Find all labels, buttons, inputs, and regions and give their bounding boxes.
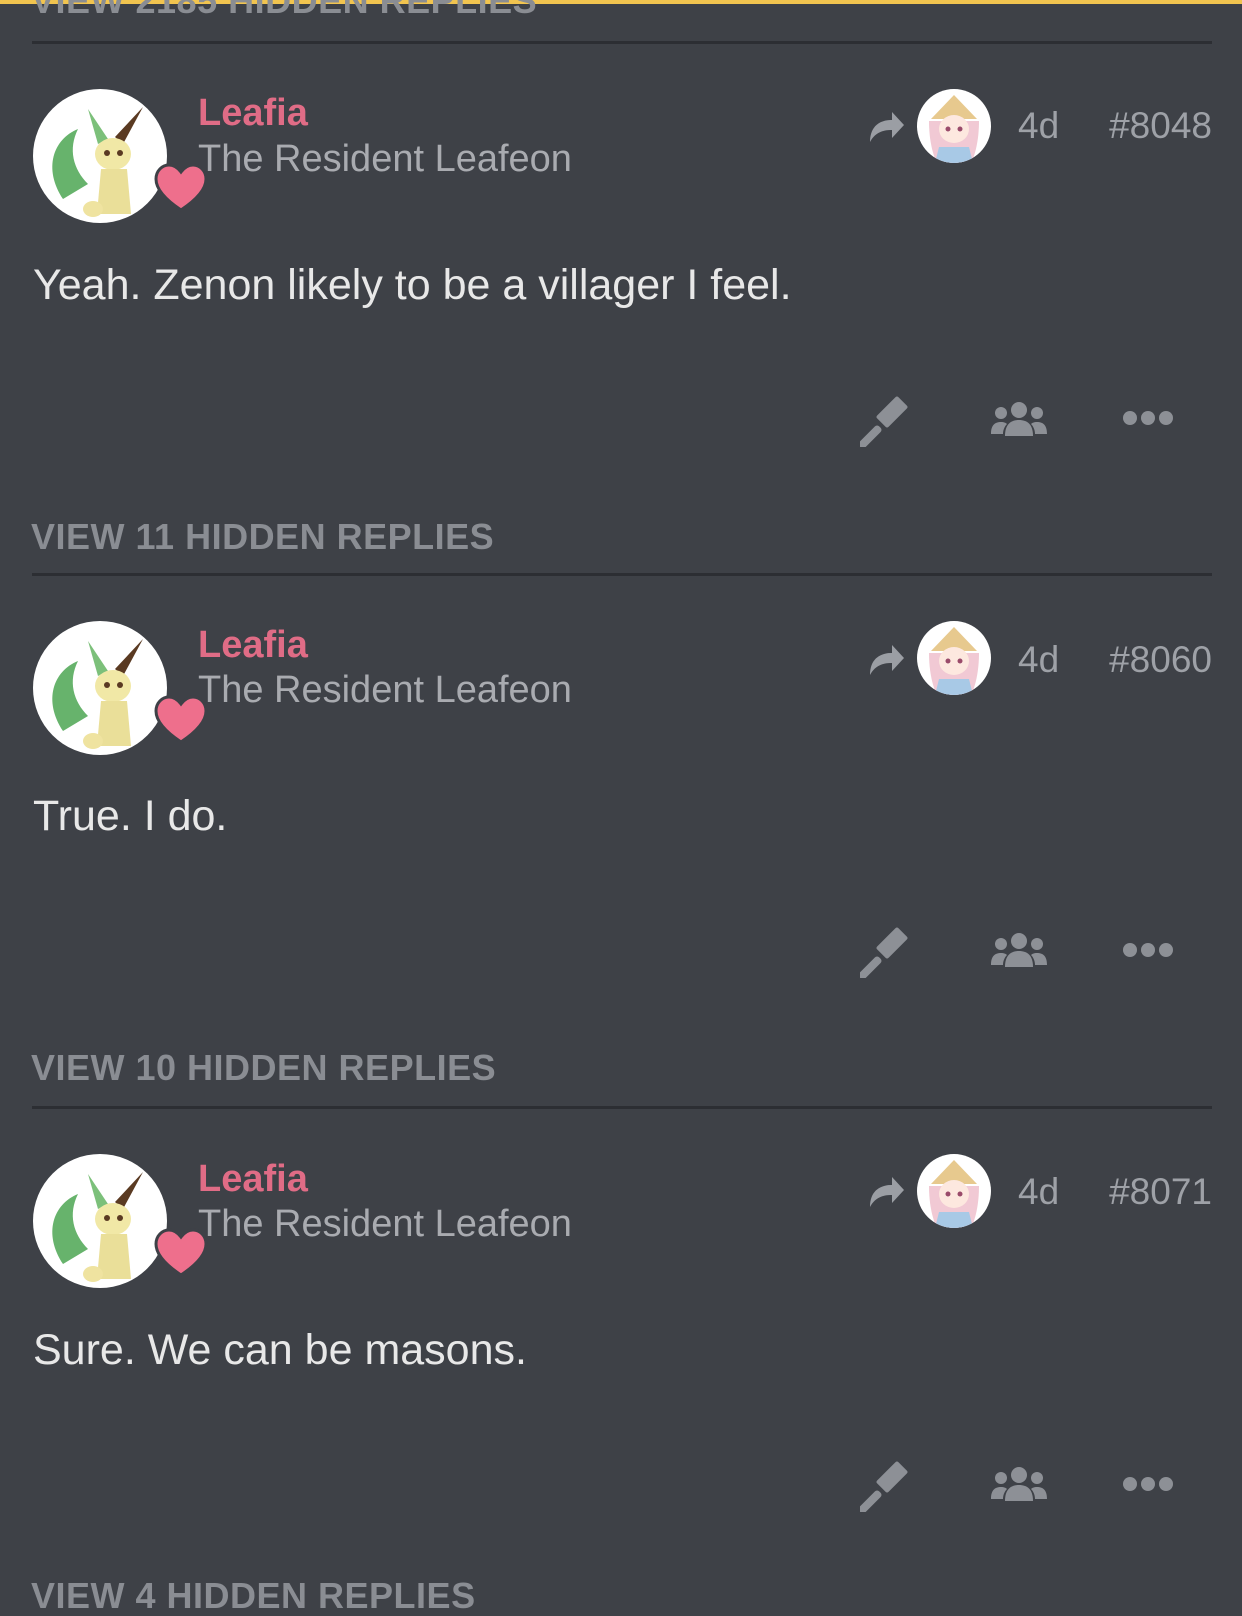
gavel-icon [860, 396, 908, 447]
leafeon-avatar-image [52, 1172, 143, 1282]
group-button[interactable] [991, 400, 1047, 438]
user-avatar[interactable] [33, 621, 208, 755]
reply-arrow-icon [870, 1177, 904, 1207]
moderate-button[interactable] [860, 924, 914, 978]
user-title: The Resident Leafeon [198, 669, 572, 711]
group-button[interactable] [991, 931, 1047, 969]
gavel-icon [860, 1461, 908, 1512]
more-options-button[interactable] [1122, 940, 1174, 960]
more-options-button[interactable] [1122, 1474, 1174, 1494]
user-title: The Resident Leafeon [198, 138, 572, 180]
post-number[interactable]: #8060 [1109, 641, 1212, 678]
reply-to-avatar[interactable] [917, 1154, 991, 1228]
post-body: Sure. We can be masons. [33, 1326, 527, 1374]
moderate-button[interactable] [860, 1458, 914, 1512]
view-hidden-replies-link[interactable]: VIEW 4 HIDDEN REPLIES [31, 1578, 476, 1614]
anime-avatar-image [929, 627, 979, 695]
post-time: 4d [1018, 1171, 1060, 1212]
users-icon [991, 933, 1047, 967]
view-hidden-replies-link[interactable]: VIEW 2185 HIDDEN REPLIES [31, 0, 537, 19]
divider [32, 573, 1212, 576]
moderate-button[interactable] [860, 393, 914, 447]
leafeon-avatar-image [52, 107, 143, 217]
users-icon [991, 1467, 1047, 1501]
group-button[interactable] [991, 1465, 1047, 1503]
reply-arrow-icon [870, 112, 904, 142]
anime-avatar-image [929, 95, 979, 163]
users-icon [991, 402, 1047, 436]
post-number[interactable]: #8048 [1109, 107, 1212, 144]
divider [32, 41, 1212, 44]
reply-to-avatar[interactable] [917, 89, 991, 163]
more-options-button[interactable] [1122, 408, 1174, 428]
view-hidden-replies-link[interactable]: VIEW 11 HIDDEN REPLIES [31, 519, 494, 555]
username[interactable]: Leafia [198, 1160, 308, 1198]
username[interactable]: Leafia [198, 94, 308, 132]
username[interactable]: Leafia [198, 626, 308, 664]
reply-arrow-icon [870, 645, 904, 675]
reply-to-avatar[interactable] [917, 621, 991, 695]
gavel-icon [860, 927, 908, 978]
user-avatar[interactable] [33, 89, 208, 223]
ellipsis-icon [1123, 411, 1173, 425]
user-avatar[interactable] [33, 1154, 208, 1288]
divider [32, 1106, 1212, 1109]
ellipsis-icon [1123, 943, 1173, 957]
post-time: 4d [1018, 639, 1060, 680]
post-body: Yeah. Zenon likely to be a villager I fe… [33, 261, 792, 309]
anime-avatar-image [929, 1160, 979, 1228]
user-title: The Resident Leafeon [198, 1203, 572, 1245]
post-body: True. I do. [33, 792, 228, 840]
post-number[interactable]: #8071 [1109, 1173, 1212, 1210]
ellipsis-icon [1123, 1477, 1173, 1491]
view-hidden-replies-link[interactable]: VIEW 10 HIDDEN REPLIES [31, 1050, 496, 1086]
leafeon-avatar-image [52, 639, 143, 749]
post-time: 4d [1018, 105, 1060, 146]
